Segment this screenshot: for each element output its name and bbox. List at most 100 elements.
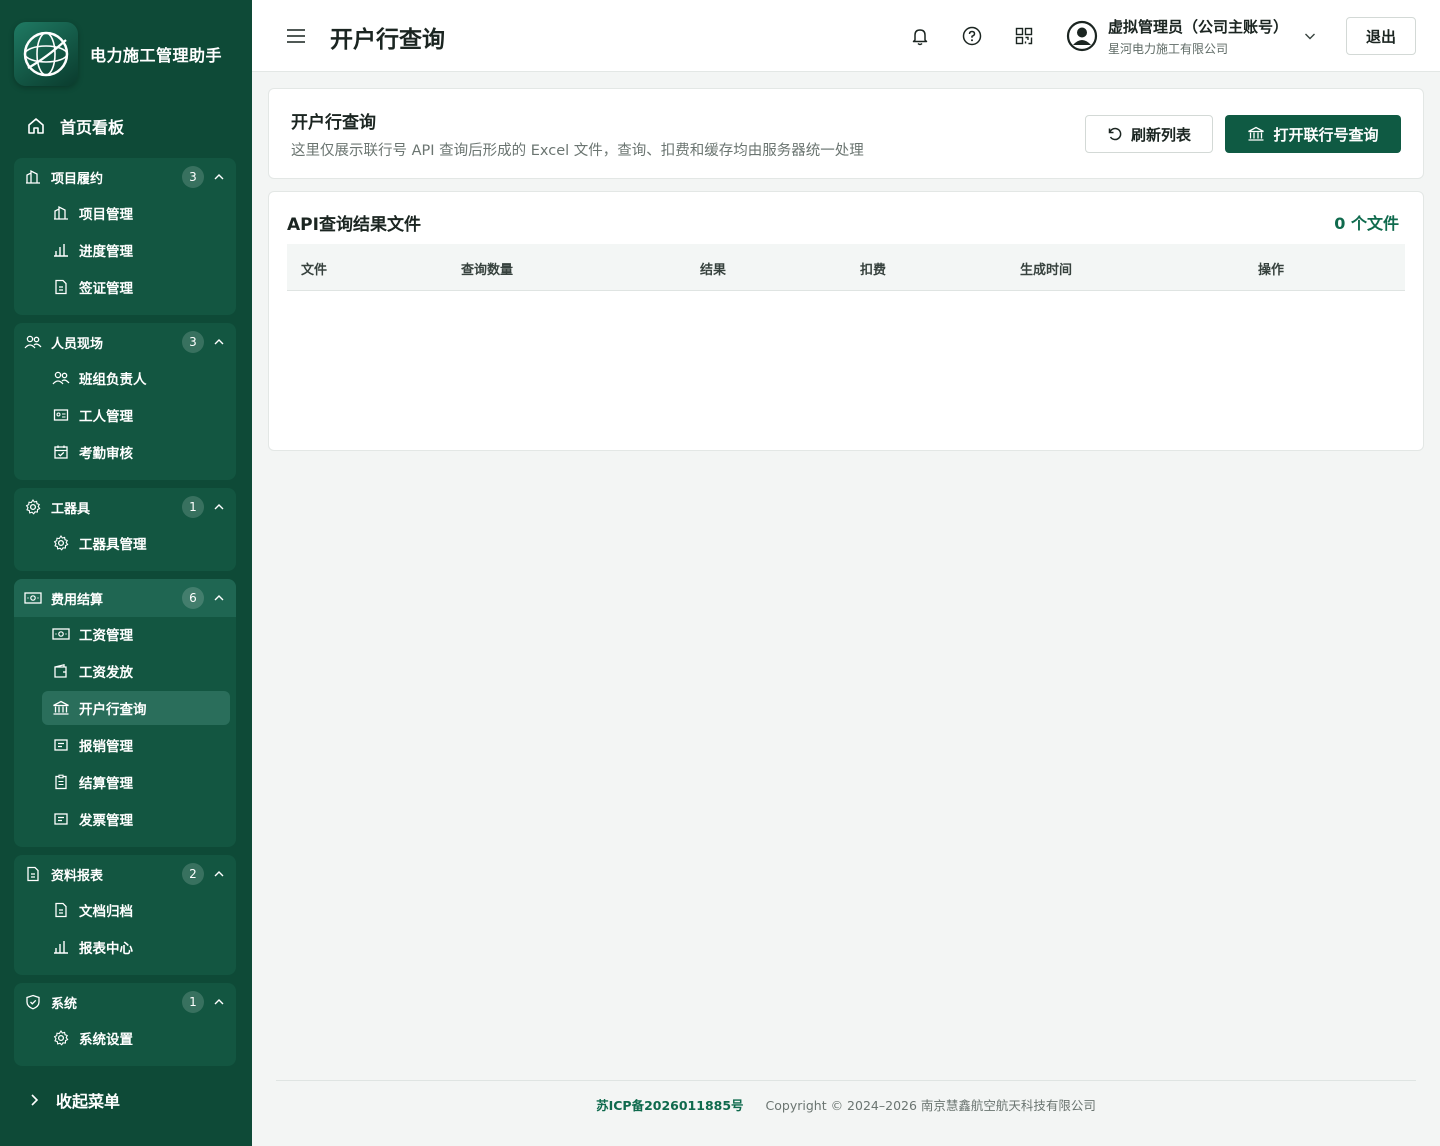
count-badge: 6 <box>182 587 204 609</box>
column-header-fee: 扣费 <box>860 263 887 278</box>
count-badge: 2 <box>182 863 204 885</box>
document-icon <box>52 901 70 919</box>
chevron-up-icon <box>212 500 226 514</box>
id-card-icon <box>52 406 70 424</box>
document-icon <box>24 865 42 883</box>
sidebar-item-reimbursement[interactable]: 报销管理 <box>42 728 230 762</box>
results-title: API查询结果文件 <box>287 215 421 235</box>
chevron-down-icon <box>1302 28 1318 44</box>
user-name: 虚拟管理员（公司主账号） <box>1108 17 1289 36</box>
logout-button[interactable]: 退出 <box>1346 17 1416 55</box>
column-header-file: 文件 <box>301 263 328 278</box>
sidebar-item-attendance[interactable]: 考勤审核 <box>42 435 230 469</box>
collapse-menu-button[interactable]: 收起菜单 <box>26 1088 120 1112</box>
column-header-time: 生成时间 <box>1020 263 1073 278</box>
nav-group-header[interactable]: 项目履约 3 <box>14 158 236 196</box>
chevron-up-icon <box>212 995 226 1009</box>
open-bank-query-button[interactable]: 打开联行号查询 <box>1225 115 1401 153</box>
nav-group-tools: 工器具 1 工器具管理 <box>14 488 236 571</box>
sidebar-item-workers[interactable]: 工人管理 <box>42 398 230 432</box>
sidebar-item-team-leader[interactable]: 班组负责人 <box>42 361 230 395</box>
bar-chart-icon <box>52 241 70 259</box>
hamburger-menu-icon[interactable] <box>284 24 308 48</box>
brand-name: 电力施工管理助手 <box>90 46 223 65</box>
sidebar-item-report-center[interactable]: 报表中心 <box>42 930 230 964</box>
sidebar-item-settlement[interactable]: 结算管理 <box>42 765 230 799</box>
bank-icon <box>1248 126 1265 141</box>
intro-description: 这里仅展示联行号 API 查询后形成的 Excel 文件，查询、扣费和缓存均由服… <box>291 143 864 159</box>
receipt-icon <box>52 736 70 754</box>
intro-card: 开户行查询 这里仅展示联行号 API 查询后形成的 Excel 文件，查询、扣费… <box>268 88 1424 179</box>
sidebar-item-invoice[interactable]: 发票管理 <box>42 802 230 836</box>
nav-group-header[interactable]: 资料报表 2 <box>14 855 236 893</box>
chevron-up-icon <box>212 170 226 184</box>
sidebar-item-wage-payment[interactable]: 工资发放 <box>42 654 230 688</box>
bar-chart-icon <box>52 938 70 956</box>
footer-divider <box>276 1080 1416 1081</box>
user-menu[interactable]: 虚拟管理员（公司主账号） 星河电力施工有限公司 <box>1066 14 1318 58</box>
chevron-up-icon <box>212 335 226 349</box>
bank-icon <box>52 699 70 717</box>
nav-group-project: 项目履约 3 项目管理 进度管理 签证管理 <box>14 158 236 315</box>
nav-group-reports: 资料报表 2 文档归档 报表中心 <box>14 855 236 975</box>
sidebar-item-system-settings[interactable]: 系统设置 <box>42 1021 230 1055</box>
sidebar-item-progress[interactable]: 进度管理 <box>42 233 230 267</box>
nav-group-header[interactable]: 工器具 1 <box>14 488 236 526</box>
bell-icon[interactable] <box>908 24 932 48</box>
gear-icon <box>52 1029 70 1047</box>
results-card: API查询结果文件 0 个文件 文件 查询数量 结果 扣费 生成时间 操作 <box>268 191 1424 451</box>
nav-group-header[interactable]: 系统 1 <box>14 983 236 1021</box>
footer: 苏ICP备2026011885号 Copyright © 2024–2026 南… <box>252 1095 1440 1114</box>
nav-group-system: 系统 1 系统设置 <box>14 983 236 1066</box>
sidebar-item-visa[interactable]: 签证管理 <box>42 270 230 304</box>
count-badge: 3 <box>182 166 204 188</box>
chevron-right-icon <box>31 1094 39 1106</box>
brand[interactable]: 电力施工管理助手 <box>14 22 222 86</box>
count-badge: 1 <box>182 496 204 518</box>
refresh-list-button[interactable]: 刷新列表 <box>1085 115 1213 153</box>
users-icon <box>24 333 42 351</box>
sidebar-item-archive[interactable]: 文档归档 <box>42 893 230 927</box>
qr-code-icon[interactable] <box>1012 24 1036 48</box>
shield-icon <box>24 993 42 1011</box>
gear-icon <box>52 534 70 552</box>
user-company: 星河电力施工有限公司 <box>1108 41 1229 56</box>
top-header: 开户行查询 虚拟管理员（公司主账号） 星河电力施工有限公司 退出 <box>252 0 1440 72</box>
calendar-check-icon <box>52 443 70 461</box>
file-count: 0 个文件 <box>1334 214 1399 233</box>
money-icon <box>52 625 70 643</box>
sidebar-item-home[interactable]: 首页看板 <box>14 106 236 146</box>
count-badge: 1 <box>182 991 204 1013</box>
chevron-up-icon <box>212 591 226 605</box>
column-header-count: 查询数量 <box>461 263 514 278</box>
gear-icon <box>24 498 42 516</box>
intro-title: 开户行查询 <box>291 113 376 133</box>
users-icon <box>52 369 70 387</box>
building-icon <box>24 168 42 186</box>
help-icon[interactable] <box>960 24 984 48</box>
column-header-action: 操作 <box>1258 263 1285 278</box>
sidebar-item-bank-query[interactable]: 开户行查询 <box>42 691 230 725</box>
user-avatar-icon <box>1066 20 1098 52</box>
nav-group-personnel: 人员现场 3 班组负责人 工人管理 考勤审核 <box>14 323 236 480</box>
sidebar-item-project-management[interactable]: 项目管理 <box>42 196 230 230</box>
receipt-icon <box>52 810 70 828</box>
count-badge: 3 <box>182 331 204 353</box>
page-title: 开户行查询 <box>330 27 445 53</box>
column-header-result: 结果 <box>700 263 727 278</box>
sidebar-item-tool-management[interactable]: 工器具管理 <box>42 526 230 560</box>
clipboard-icon <box>52 773 70 791</box>
home-icon <box>28 118 44 134</box>
table-header: 文件 查询数量 结果 扣费 生成时间 操作 <box>287 244 1405 291</box>
copyright: Copyright © 2024–2026 南京慧鑫航空航天科技有限公司 <box>765 1098 1096 1113</box>
icp-link[interactable]: 苏ICP备2026011885号 <box>596 1098 743 1113</box>
nav-group-settlement: 费用结算 6 工资管理 工资发放 开户行查询 报销管理 结算管理 发票管理 <box>14 579 236 847</box>
sidebar: 电力施工管理助手 首页看板 项目履约 3 项目管理 进度管理 签证管理 人员现场 <box>0 0 252 1146</box>
nav-group-header[interactable]: 费用结算 6 <box>14 579 236 617</box>
nav-group-header[interactable]: 人员现场 3 <box>14 323 236 361</box>
document-icon <box>52 278 70 296</box>
sidebar-item-wages[interactable]: 工资管理 <box>42 617 230 651</box>
money-icon <box>24 589 42 607</box>
refresh-icon <box>1108 127 1122 141</box>
wallet-icon <box>52 662 70 680</box>
